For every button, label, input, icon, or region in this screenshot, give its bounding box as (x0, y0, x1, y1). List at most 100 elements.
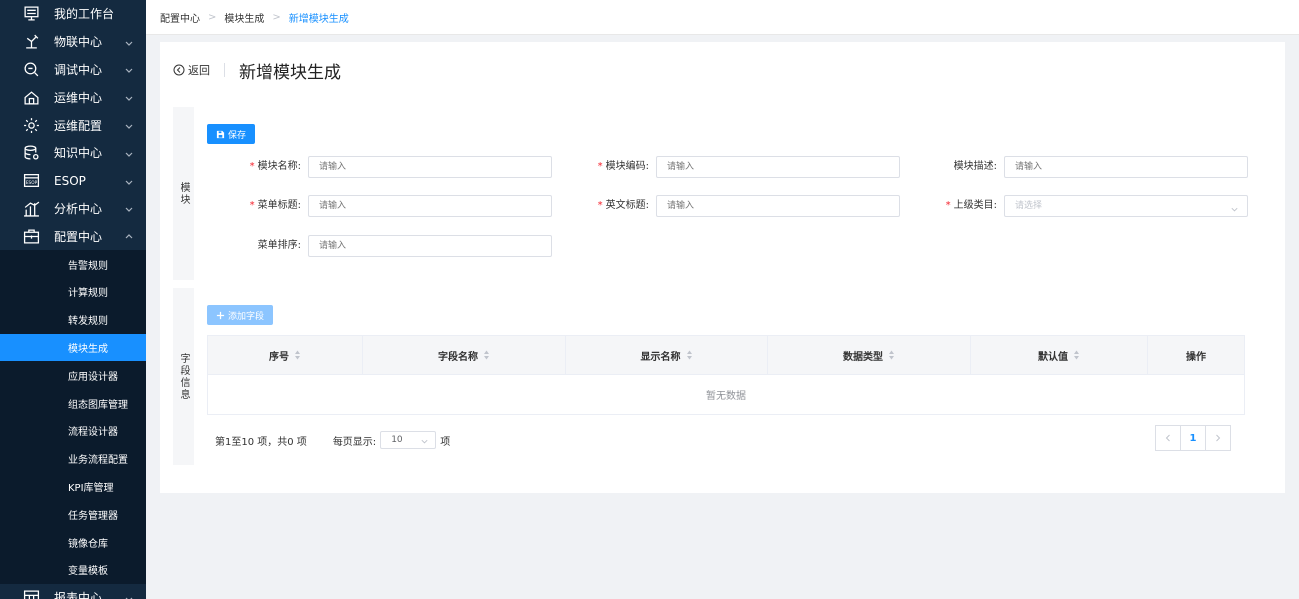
sidebar-item-label: 分析中心 (54, 201, 103, 216)
menu-title-input[interactable] (308, 195, 552, 217)
sidebar-subitem-biz-flow[interactable]: 业务流程配置 (0, 445, 146, 473)
sidebar-item-debug[interactable]: 调试中心 (0, 56, 146, 84)
sidebar-subitem-kpi[interactable]: KPI库管理 (0, 473, 146, 501)
gear-icon (22, 116, 40, 134)
sidebar-subitem-alarm-rules[interactable]: 告警规则 (0, 250, 146, 278)
chevron-left-icon (1165, 434, 1170, 442)
save-icon (216, 130, 225, 139)
save-button[interactable]: 保存 (207, 124, 256, 144)
sidebar-item-ops[interactable]: 运维中心 (0, 83, 146, 111)
column-header-display-name[interactable]: 显示名称 (566, 336, 768, 374)
module-desc-label: 模块描述: (953, 161, 997, 172)
sidebar-subitem-forward-rules[interactable]: 转发规则 (0, 306, 146, 334)
page-size-select[interactable]: 10 (380, 431, 437, 449)
en-title-label: * 英文标题: (597, 200, 649, 211)
iot-icon (22, 33, 40, 51)
column-header-field-name[interactable]: 字段名称 (363, 336, 566, 374)
fields-section-label: 字段信息 (178, 352, 189, 401)
pagination: 1 (1155, 425, 1231, 451)
sidebar-item-label: 配置中心 (54, 229, 103, 244)
database-icon (22, 144, 40, 162)
chevron-down-icon (124, 37, 134, 47)
breadcrumb-separator-icon: > (272, 11, 281, 23)
main-card: 返回 新增模块生成 模块 保存 *模块名称: *模块编码: 模块描述: (160, 42, 1285, 493)
module-section-body: 保存 *模块名称: *模块编码: 模块描述: *菜单标题: *英文标题: *上级… (194, 107, 1271, 280)
fields-section-body: 添加字段 序号 字段名称 显示名称 数据类型 默认值 操作 暂无数据 第1至10… (194, 288, 1271, 465)
sidebar-item-label: ESOP (54, 173, 86, 188)
sidebar-item-label: 运维中心 (54, 90, 103, 105)
sidebar-item-report[interactable]: 报表中心 (0, 584, 146, 599)
menu-order-input[interactable] (308, 235, 552, 257)
bar-chart-icon (22, 199, 40, 217)
sidebar-subitem-flow-designer[interactable]: 流程设计器 (0, 417, 146, 445)
sidebar-item-label: 知识中心 (54, 146, 103, 161)
form-row-2: *菜单标题: *英文标题: *上级类目: 请选择 (194, 195, 1271, 217)
sidebar-item-label: 运维配置 (54, 118, 103, 133)
sidebar-item-ops-config[interactable]: 运维配置 (0, 111, 146, 139)
column-header-default-value[interactable]: 默认值 (971, 336, 1148, 374)
page-button-current[interactable]: 1 (1180, 425, 1206, 451)
fields-section: 字段信息 添加字段 序号 字段名称 显示名称 数据类型 默认值 操作 暂无数据 (173, 288, 1271, 465)
sidebar-item-iot[interactable]: 物联中心 (0, 28, 146, 56)
module-section-label: 模块 (178, 181, 189, 206)
sidebar-subitem-task-manager[interactable]: 任务管理器 (0, 500, 146, 528)
pagination-info: 第1至10 项，共0 项 每页显示: 10 项 (215, 431, 450, 449)
sidebar-subitem-app-designer[interactable]: 应用设计器 (0, 361, 146, 389)
module-desc-input[interactable] (1004, 156, 1248, 178)
sidebar-item-label: 调试中心 (54, 62, 103, 77)
sidebar-item-esop[interactable]: ESOP ESOP (0, 167, 146, 195)
column-header-data-type[interactable]: 数据类型 (768, 336, 971, 374)
sidebar-subitem-module-gen[interactable]: 模块生成 (0, 333, 146, 362)
page-title: 新增模块生成 (239, 62, 341, 83)
parent-category-select[interactable]: 请选择 (1004, 195, 1248, 217)
sidebar-item-analysis[interactable]: 分析中心 (0, 195, 146, 223)
sidebar-subitem-scada-gallery[interactable]: 组态图库管理 (0, 389, 146, 417)
sort-icon (888, 350, 895, 360)
column-header-actions: 操作 (1186, 351, 1206, 363)
sidebar-item-workbench[interactable]: 我的工作台 (0, 0, 146, 28)
module-code-input[interactable] (656, 156, 900, 178)
sort-icon (483, 350, 490, 360)
sidebar-item-label: 我的工作台 (54, 7, 115, 22)
table-empty-row: 暂无数据 (208, 374, 1244, 414)
chevron-down-icon (124, 64, 134, 74)
add-field-button[interactable]: 添加字段 (207, 305, 274, 325)
module-code-label: * 模块编码: (597, 161, 649, 172)
form-row-3: 菜单排序: (194, 235, 1271, 257)
sort-icon (294, 350, 301, 360)
plus-icon (216, 311, 225, 320)
back-label: 返回 (188, 64, 210, 77)
fields-table: 序号 字段名称 显示名称 数据类型 默认值 操作 暂无数据 (207, 335, 1245, 415)
sidebar-item-knowledge[interactable]: 知识中心 (0, 139, 146, 167)
module-name-input[interactable] (308, 156, 552, 178)
back-button[interactable]: 返回 (173, 62, 210, 78)
sidebar-subitem-image-repo[interactable]: 镜像仓库 (0, 528, 146, 556)
column-header-index[interactable]: 序号 (208, 336, 363, 374)
report-icon (22, 589, 40, 599)
ops-home-icon (22, 88, 40, 106)
page-size-unit: 项 (440, 436, 451, 448)
chevron-up-icon (124, 231, 134, 241)
en-title-input[interactable] (656, 195, 900, 217)
sidebar-subitem-calc-rules[interactable]: 计算规则 (0, 278, 146, 306)
breadcrumb-item-config-center[interactable]: 配置中心 (160, 10, 200, 25)
sidebar-subitem-var-template[interactable]: 变量模板 (0, 556, 146, 584)
back-arrow-icon (173, 64, 185, 76)
config-center-submenu: 告警规则 计算规则 转发规则 模块生成 应用设计器 组态图库管理 流程设计器 业… (0, 250, 146, 584)
sidebar-item-label: 物联中心 (54, 35, 103, 50)
page-size-label: 每页显示: (332, 436, 377, 448)
form-row-1: *模块名称: *模块编码: 模块描述: (194, 156, 1271, 178)
module-name-label: * 模块名称: (249, 161, 301, 172)
sidebar-item-config-center[interactable]: 配置中心 (0, 222, 146, 250)
sidebar-item-label: 报表中心 (54, 591, 103, 599)
prev-page-button[interactable] (1155, 425, 1181, 451)
chevron-down-icon (1230, 202, 1239, 212)
chevron-down-icon (124, 593, 134, 599)
next-page-button[interactable] (1205, 425, 1231, 451)
svg-text:ESOP: ESOP (25, 180, 37, 186)
page-header: 返回 新增模块生成 (173, 60, 341, 83)
save-label: 保存 (228, 130, 247, 141)
breadcrumb-item-module-gen[interactable]: 模块生成 (224, 10, 264, 25)
add-field-label: 添加字段 (228, 311, 265, 322)
chevron-down-icon (124, 176, 134, 186)
